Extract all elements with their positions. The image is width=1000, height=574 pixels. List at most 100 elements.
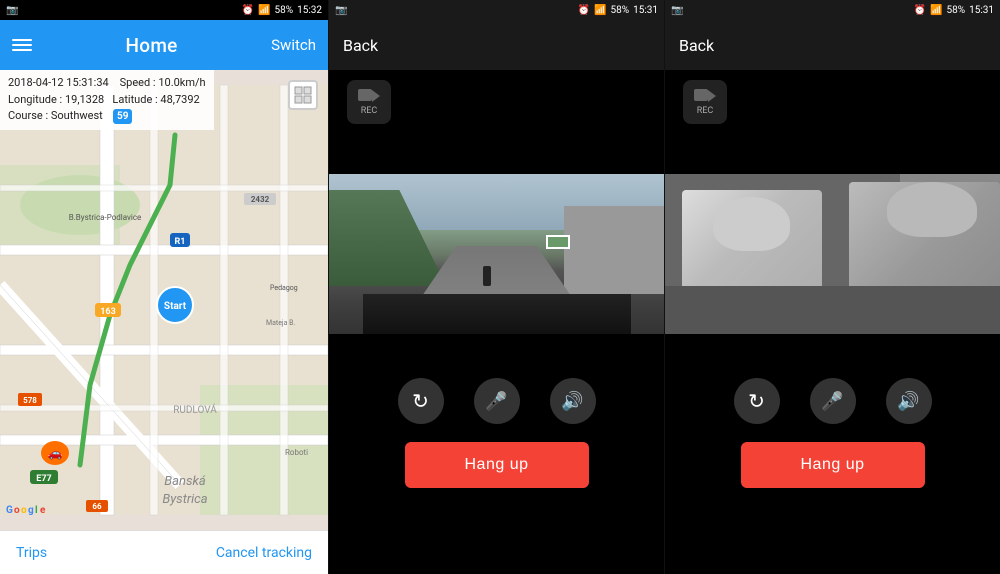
time-front: 15:31 <box>633 5 658 16</box>
black-top-interior <box>665 134 1000 174</box>
svg-text:66: 66 <box>92 502 102 511</box>
video-frame-interior <box>665 174 1000 334</box>
dashcam-front-view <box>329 174 664 334</box>
battery-front: 58% <box>611 5 630 16</box>
info-bar: 2018-04-12 15:31:34 Speed : 10.0km/h Lon… <box>0 70 214 130</box>
svg-text:Pedagog: Pedagog <box>270 284 298 292</box>
lat-label: Latitude : <box>112 93 157 106</box>
map-area[interactable]: 163 E77 R1 578 66 2432 Banská Bystrica B… <box>0 70 328 530</box>
datetime: 2018-04-12 15:31:34 <box>8 76 109 89</box>
course-line: Course : Southwest 59 <box>8 108 206 125</box>
time-map: 15:32 <box>297 5 322 16</box>
svg-text:g: g <box>28 505 34 516</box>
hangup-bar-front: Hang up <box>329 434 664 504</box>
svg-text:RUDLOVÁ: RUDLOVÁ <box>173 403 217 416</box>
wifi-icon: 📶 <box>258 5 270 16</box>
camera-icon-interior: 📷 <box>671 5 683 16</box>
rec-area-interior: REC <box>665 70 1000 134</box>
status-bar-interior: 📷 ⏰ 📶 58% 15:31 <box>665 0 1000 20</box>
person1-head <box>713 197 790 251</box>
refresh-icon-interior: ↻ <box>748 389 765 413</box>
mute-icon-front: 🎤 <box>485 391 507 412</box>
front-camera-panel: 📷 ⏰ 📶 58% 15:31 Back REC <box>328 0 664 574</box>
dashcam-interior-view <box>665 174 1000 334</box>
speaker-button-front[interactable]: 🔊 <box>550 378 596 424</box>
app-header: Home Switch <box>0 20 328 70</box>
time-interior: 15:31 <box>969 5 994 16</box>
car-hood <box>363 294 631 334</box>
svg-text:2432: 2432 <box>251 195 270 204</box>
camera-icon-front: 📷 <box>335 5 347 16</box>
refresh-button-interior[interactable]: ↻ <box>734 378 780 424</box>
svg-text:163: 163 <box>100 307 116 317</box>
svg-text:G: G <box>6 505 13 516</box>
lat-value: 48,7392 <box>160 93 199 106</box>
rec-button-interior[interactable]: REC <box>683 80 727 124</box>
speaker-icon-interior: 🔊 <box>897 391 919 412</box>
mute-icon-interior: 🎤 <box>821 391 843 412</box>
course-value: Southwest <box>51 109 103 122</box>
lon-label: Longitude : <box>8 93 62 106</box>
svg-text:Mateja B.: Mateja B. <box>266 319 296 327</box>
trips-button[interactable]: Trips <box>16 545 47 561</box>
refresh-icon-front: ↻ <box>412 389 429 413</box>
black-top-front <box>329 134 664 174</box>
alarm-icon: ⏰ <box>242 5 254 16</box>
sign-element <box>546 235 570 249</box>
rec-label-interior: REC <box>697 106 714 116</box>
wifi-icon-interior: 📶 <box>930 5 942 16</box>
menu-icon[interactable] <box>12 39 32 51</box>
coords-line: Longitude : 19,1328 Latitude : 48,7392 <box>8 92 206 109</box>
map-svg: 163 E77 R1 578 66 2432 Banská Bystrica B… <box>0 70 328 530</box>
cancel-tracking-button[interactable]: Cancel tracking <box>216 545 312 561</box>
battery-interior: 58% <box>947 5 966 16</box>
wifi-icon-front: 📶 <box>594 5 606 16</box>
switch-button[interactable]: Switch <box>271 36 316 54</box>
video-frame-front <box>329 174 664 334</box>
rec-button-front[interactable]: REC <box>347 80 391 124</box>
course-label: Course : <box>8 109 48 122</box>
svg-text:B.Bystrica-Podlavice: B.Bystrica-Podlavice <box>69 213 142 222</box>
interior-top-bar: Back <box>665 20 1000 70</box>
speed-label: Speed : <box>120 76 156 89</box>
battery-map: 58% <box>275 5 294 16</box>
svg-text:e: e <box>40 505 46 516</box>
speaker-icon-front: 🔊 <box>561 391 583 412</box>
svg-text:Roboti: Roboti <box>285 448 308 457</box>
status-bar-front: 📷 ⏰ 📶 58% 15:31 <box>329 0 664 20</box>
wall-element <box>564 206 665 294</box>
speed-value: 10.0km/h <box>158 76 205 89</box>
hangup-button-interior[interactable]: Hang up <box>741 442 925 488</box>
controls-row-interior: ↻ 🎤 🔊 <box>665 364 1000 434</box>
mute-button-front[interactable]: 🎤 <box>474 378 520 424</box>
hangup-button-front[interactable]: Hang up <box>405 442 589 488</box>
svg-text:578: 578 <box>23 396 37 405</box>
svg-text:o: o <box>14 505 20 516</box>
camera-icon: 📷 <box>6 5 18 16</box>
hangup-bar-interior: Hang up <box>665 434 1000 504</box>
alarm-icon-interior: ⏰ <box>914 5 926 16</box>
back-button-front[interactable]: Back <box>343 36 378 55</box>
person2-head <box>887 182 977 237</box>
map-layer-icon[interactable] <box>288 80 318 110</box>
speaker-button-interior[interactable]: 🔊 <box>886 378 932 424</box>
interior-seats <box>665 286 1000 334</box>
interior-camera-panel: 📷 ⏰ 📶 58% 15:31 Back REC <box>664 0 1000 574</box>
black-bottom-front <box>329 334 664 364</box>
home-title: Home <box>125 34 177 57</box>
svg-text:🚗: 🚗 <box>48 446 63 460</box>
refresh-button-front[interactable]: ↻ <box>398 378 444 424</box>
mute-button-interior[interactable]: 🎤 <box>810 378 856 424</box>
svg-text:R1: R1 <box>175 237 186 247</box>
svg-text:Banská: Banská <box>164 474 206 489</box>
bottom-bar: Trips Cancel tracking <box>0 530 328 574</box>
rec-area-front: REC <box>329 70 664 134</box>
alarm-icon-front: ⏰ <box>578 5 590 16</box>
datetime-line: 2018-04-12 15:31:34 Speed : 10.0km/h <box>8 75 206 92</box>
black-bottom-interior <box>665 334 1000 364</box>
svg-text:Start: Start <box>164 301 187 312</box>
back-button-interior[interactable]: Back <box>679 36 714 55</box>
controls-row-front: ↻ 🎤 🔊 <box>329 364 664 434</box>
lon-value: 19,1328 <box>65 93 104 106</box>
svg-text:l: l <box>35 505 38 516</box>
